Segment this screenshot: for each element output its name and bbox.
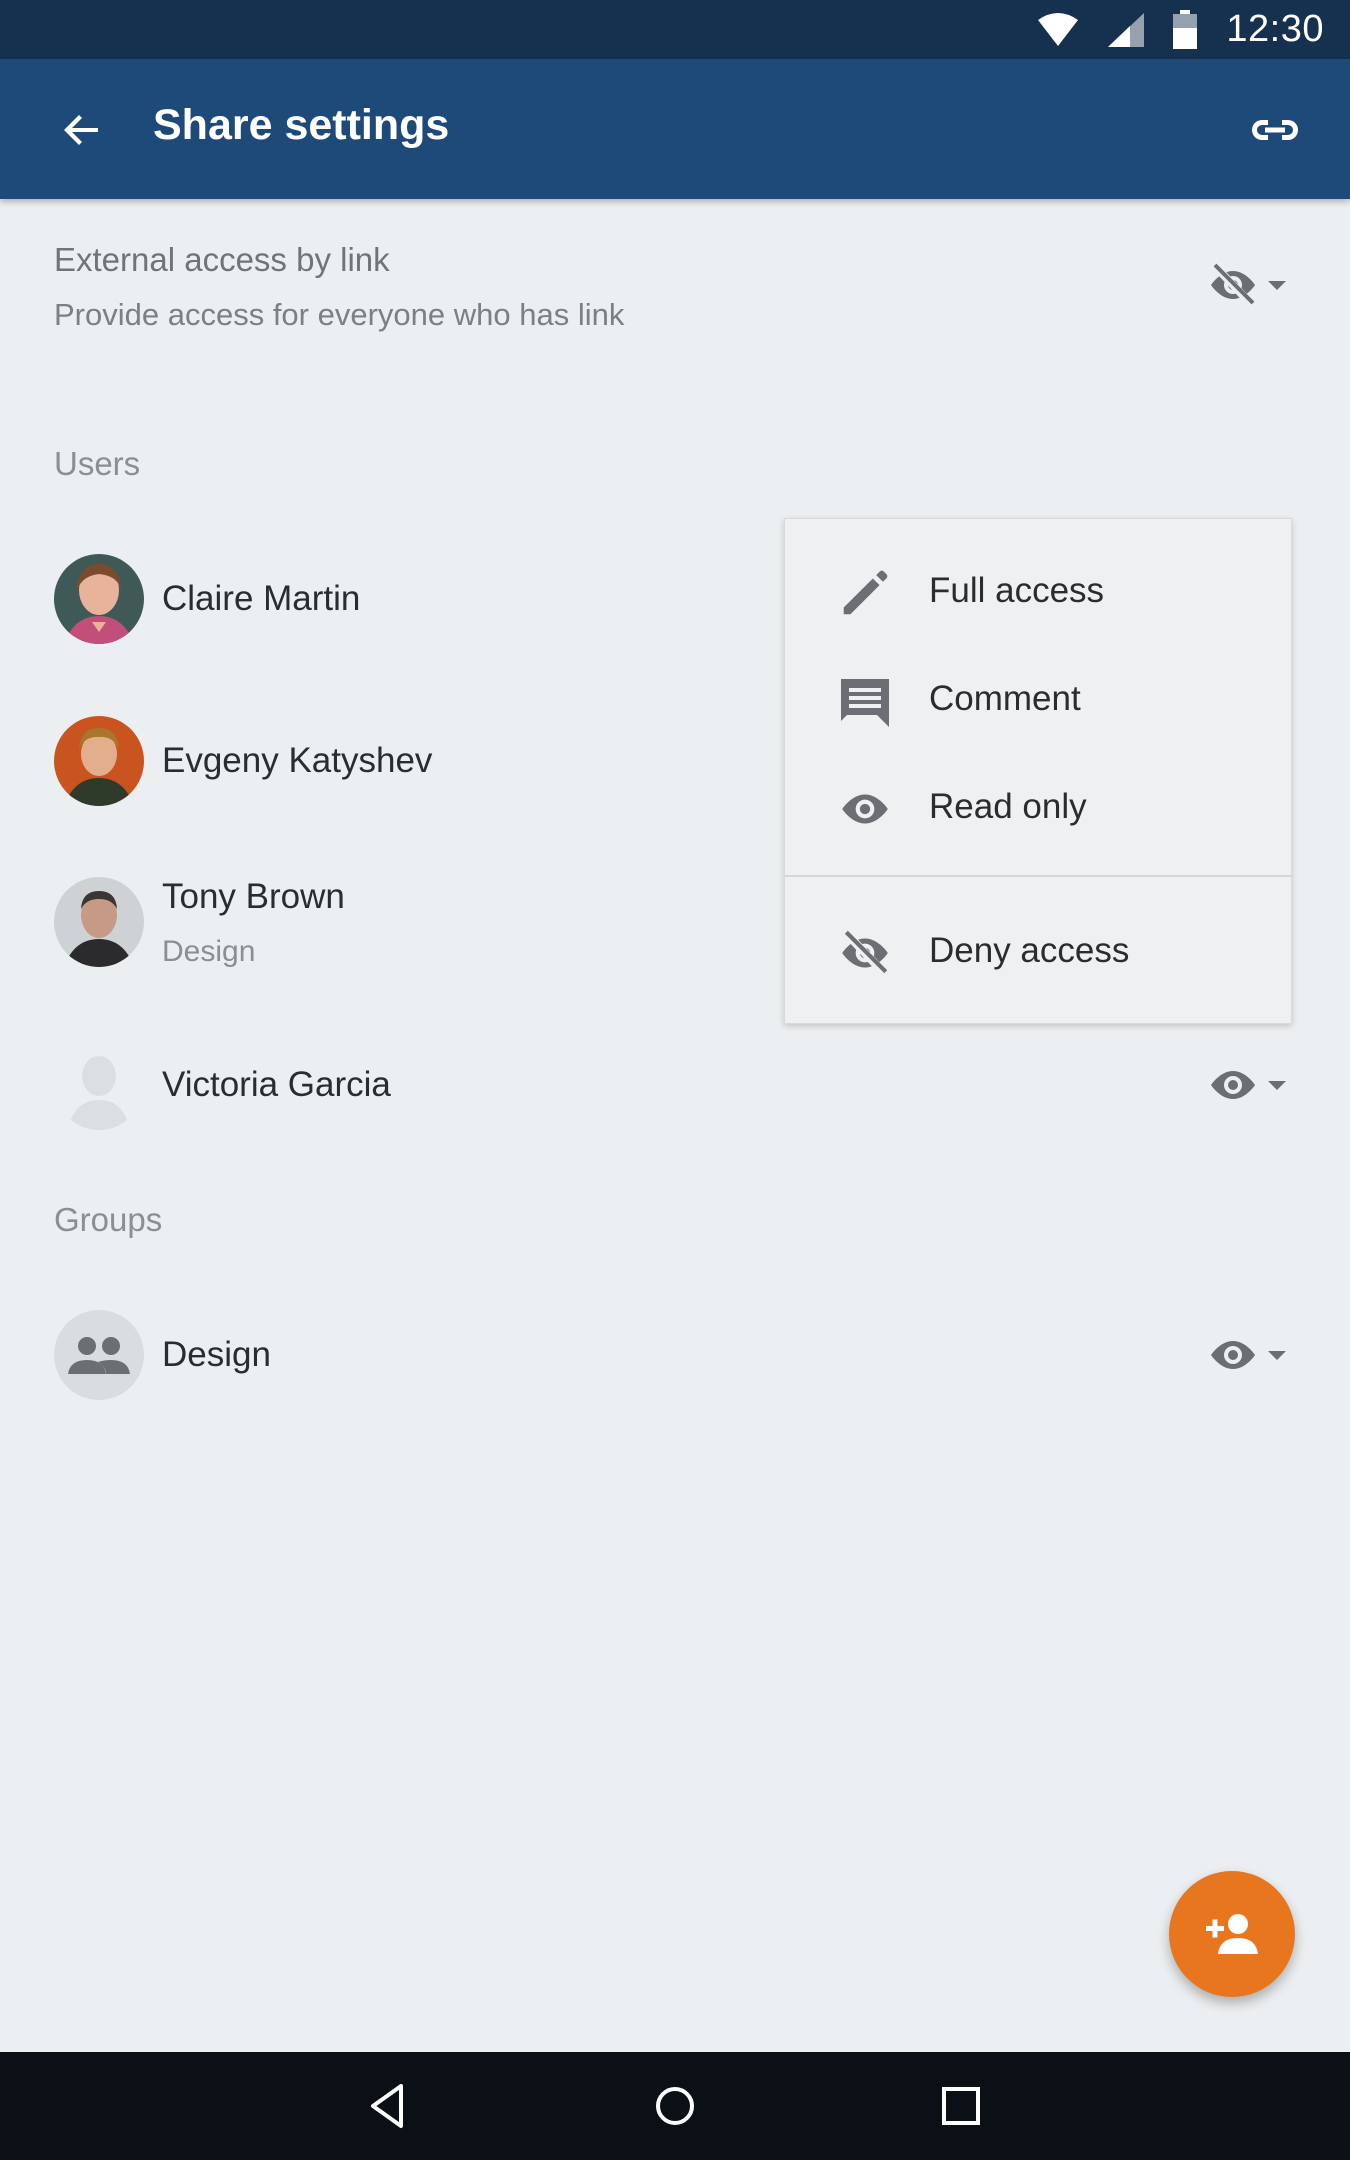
menu-divider bbox=[785, 875, 1293, 877]
external-access-subtitle: Provide access for everyone who has link bbox=[54, 297, 625, 332]
eye-off-icon bbox=[837, 925, 893, 981]
page-title: Share settings bbox=[153, 101, 450, 149]
groups-section-label: Groups bbox=[54, 1201, 163, 1238]
eye-icon bbox=[837, 781, 893, 837]
system-nav-bar bbox=[0, 2052, 1350, 2160]
menu-item-read-only[interactable]: Read only bbox=[785, 757, 1293, 857]
wifi-icon bbox=[1036, 12, 1080, 48]
user-name: Tony Brown bbox=[162, 877, 345, 916]
pencil-icon bbox=[837, 565, 893, 621]
eye-icon bbox=[1211, 1341, 1255, 1369]
chevron-down-icon bbox=[1268, 280, 1286, 290]
external-access-title: External access by link bbox=[54, 241, 390, 278]
group-row[interactable]: Design bbox=[0, 1295, 1350, 1415]
user-name: Victoria Garcia bbox=[162, 1065, 391, 1104]
eye-icon bbox=[1211, 1071, 1255, 1099]
link-icon[interactable] bbox=[1248, 103, 1302, 157]
eye-off-icon bbox=[1211, 262, 1255, 308]
chevron-down-icon bbox=[1268, 1350, 1286, 1360]
menu-item-label: Read only bbox=[929, 787, 1087, 826]
avatar bbox=[54, 877, 144, 967]
group-permission-button[interactable] bbox=[1206, 1329, 1302, 1381]
menu-item-label: Full access bbox=[929, 571, 1105, 610]
battery-icon bbox=[1172, 9, 1198, 50]
avatar bbox=[54, 716, 144, 806]
avatar bbox=[54, 1040, 144, 1130]
nav-home-icon[interactable] bbox=[647, 2078, 703, 2134]
external-access-permission-button[interactable] bbox=[1206, 259, 1302, 311]
user-permission-button[interactable] bbox=[1206, 1059, 1302, 1111]
user-name: Evgeny Katyshev bbox=[162, 741, 433, 780]
add-user-button[interactable] bbox=[1169, 1871, 1295, 1997]
menu-item-full-access[interactable]: Full access bbox=[785, 541, 1293, 641]
menu-item-label: Comment bbox=[929, 679, 1081, 718]
user-row[interactable]: Victoria Garcia bbox=[0, 1025, 1350, 1145]
menu-item-comment[interactable]: Comment bbox=[785, 649, 1293, 749]
chevron-down-icon bbox=[1268, 1080, 1286, 1090]
group-name: Design bbox=[162, 1335, 271, 1374]
user-name: Claire Martin bbox=[162, 579, 361, 618]
status-time: 12:30 bbox=[1226, 8, 1324, 50]
menu-item-deny-access[interactable]: Deny access bbox=[785, 901, 1293, 1001]
signal-icon bbox=[1106, 11, 1146, 49]
nav-recents-icon[interactable] bbox=[933, 2078, 989, 2134]
comment-icon bbox=[837, 673, 893, 729]
avatar bbox=[54, 554, 144, 644]
arrow-back-icon[interactable] bbox=[58, 106, 106, 154]
avatar bbox=[54, 1310, 144, 1400]
app-bar: Share settings bbox=[0, 59, 1350, 199]
permission-menu: Full access Comment Read only Deny acces… bbox=[784, 518, 1293, 1024]
person-add-icon bbox=[1206, 1914, 1258, 1954]
share-settings-content: External access by link Provide access f… bbox=[0, 199, 1350, 2052]
nav-back-icon[interactable] bbox=[361, 2078, 417, 2134]
status-bar: 12:30 bbox=[0, 0, 1350, 59]
menu-item-label: Deny access bbox=[929, 931, 1130, 970]
users-section-label: Users bbox=[54, 445, 141, 482]
user-group: Design bbox=[162, 935, 256, 968]
